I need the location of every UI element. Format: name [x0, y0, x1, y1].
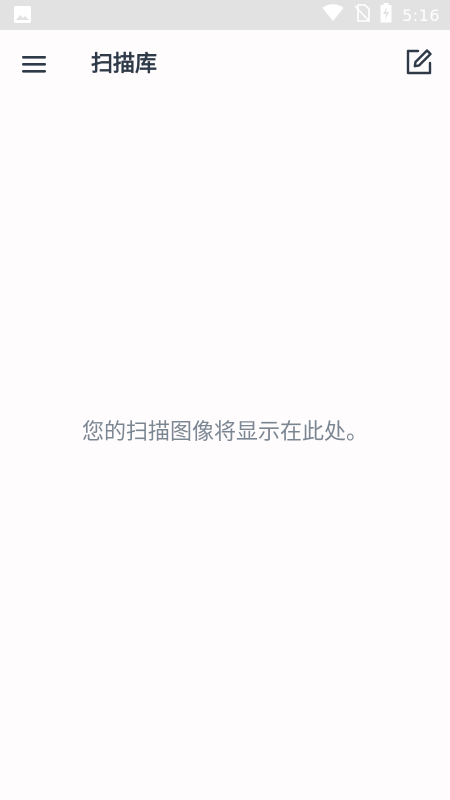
wifi-icon — [322, 4, 344, 26]
image-notification-icon — [14, 6, 31, 23]
status-bar: 5:16 — [0, 0, 450, 30]
no-sim-icon — [354, 4, 370, 26]
app-bar: 扫描库 — [0, 30, 450, 100]
edit-button[interactable] — [402, 46, 436, 82]
battery-charging-icon — [380, 3, 392, 27]
edit-note-icon — [405, 48, 433, 80]
page-title: 扫描库 — [91, 52, 158, 77]
status-icons: 5:16 — [322, 0, 440, 30]
menu-button[interactable] — [16, 48, 52, 84]
empty-state-message: 您的扫描图像将显示在此处。 — [81, 420, 368, 445]
hamburger-menu-icon — [21, 54, 47, 78]
status-time: 5:16 — [402, 5, 440, 25]
screen: 5:16 扫描库 您的扫描图像将显示在此处。 — [0, 0, 450, 800]
